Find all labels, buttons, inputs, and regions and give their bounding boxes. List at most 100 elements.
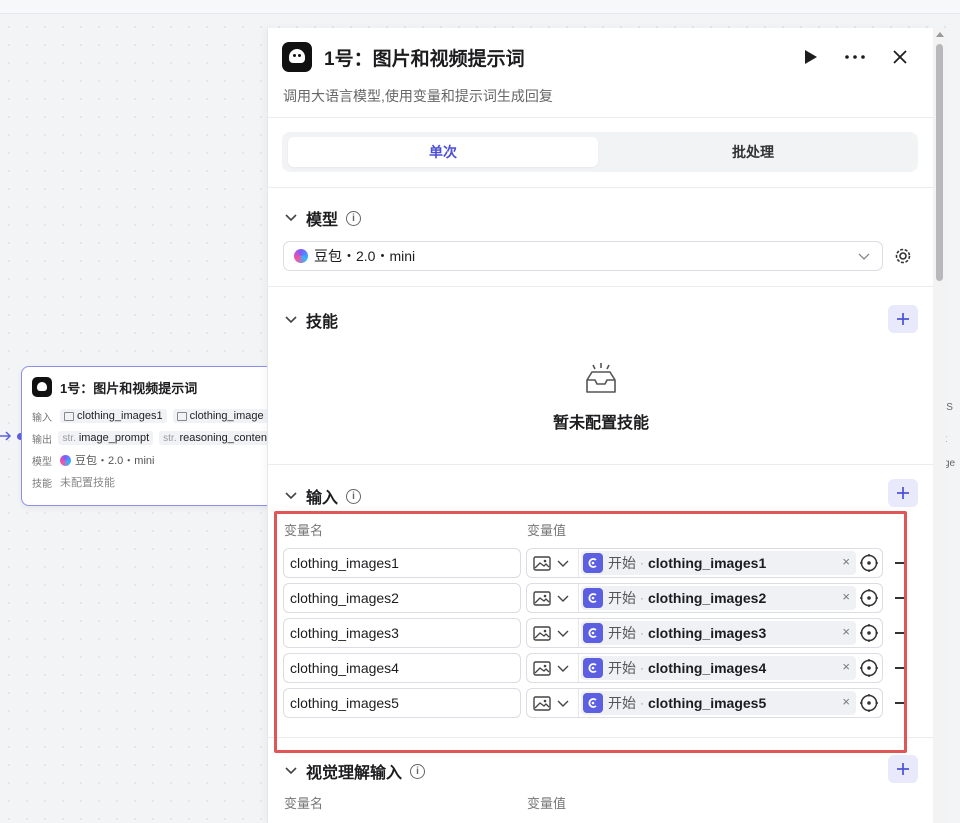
type-select[interactable] [527, 654, 579, 682]
ref-variable: clothing_images2 [648, 590, 767, 606]
add-skill-button[interactable] [888, 305, 918, 333]
remove-row-button[interactable] [895, 597, 907, 599]
play-icon [805, 50, 817, 64]
vision-section-label: 视觉理解输入 [306, 765, 403, 782]
ref-separator: · [640, 591, 644, 605]
var-name-input[interactable]: clothing_images1 [283, 548, 521, 578]
model-select[interactable]: 豆包・2.0・mini [283, 241, 883, 271]
input-section-label: 输入 [306, 490, 339, 507]
node-input-row: 输入 clothing_images1 clothing_image [22, 405, 280, 427]
clear-reference-icon[interactable]: × [842, 589, 850, 604]
image-icon [533, 660, 551, 676]
var-value-field: 开始 · clothing_images1 × [526, 548, 883, 578]
start-node-badge [583, 588, 603, 608]
model-section-label: 模型 [306, 212, 339, 229]
doubao-logo-icon [60, 454, 71, 466]
chevron-down-icon [557, 665, 569, 672]
tab-batch[interactable]: 批处理 [598, 137, 908, 167]
image-icon [64, 411, 74, 421]
type-select[interactable] [527, 619, 579, 647]
var-name-input[interactable]: clothing_images5 [283, 688, 521, 718]
tab-single[interactable]: 单次 [288, 137, 598, 167]
clear-reference-icon[interactable]: × [842, 554, 850, 569]
type-select[interactable] [527, 689, 579, 717]
run-button[interactable] [798, 44, 824, 70]
ref-source: 开始 [608, 695, 636, 711]
reference-icon [588, 593, 597, 603]
divider [268, 187, 933, 188]
node-skill-key: 技能 [32, 478, 52, 490]
doubao-logo-icon [294, 249, 308, 263]
remove-row-button[interactable] [895, 667, 907, 669]
chevron-down-icon [557, 560, 569, 567]
panel-title[interactable]: 1号：图片和视频提示词 [324, 44, 525, 71]
chevron-down-icon [285, 767, 297, 775]
node-output-key: 输出 [32, 434, 52, 446]
node-config-panel: 1号：图片和视频提示词 调用大语言模型,使用变量和提示词生成回复 单次 批处理 … [267, 28, 933, 823]
reference-chip[interactable]: 开始 · clothing_images4 × [581, 656, 856, 680]
panel-scrollbar[interactable] [933, 28, 946, 823]
reference-chip[interactable]: 开始 · clothing_images5 × [581, 691, 856, 715]
var-name-input[interactable]: clothing_images4 [283, 653, 521, 683]
clear-reference-icon[interactable]: × [842, 659, 850, 674]
node-output-row: 输出 str. image_prompt str. reasoning_conten… [22, 427, 280, 449]
scroll-thumb[interactable] [936, 44, 943, 281]
llm-node-card[interactable]: 1号：图片和视频提示词 输入 clothing_images1 clothing… [21, 366, 281, 506]
chevron-down-icon [285, 492, 297, 500]
input-section-header[interactable]: 输入 i [284, 484, 362, 508]
mode-tabs: 单次 批处理 [282, 132, 918, 172]
remove-row-button[interactable] [895, 562, 907, 564]
start-node-badge [583, 553, 603, 573]
variable-picker-icon[interactable] [859, 588, 879, 608]
divider [268, 464, 933, 465]
reference-icon [588, 663, 597, 673]
model-select-value: 豆包・2.0・mini [314, 248, 416, 264]
add-input-button[interactable] [888, 479, 918, 507]
more-icon [845, 55, 865, 59]
variable-picker-icon[interactable] [859, 623, 879, 643]
node-input-chip: clothing_image [172, 409, 268, 423]
type-select[interactable] [527, 549, 579, 577]
reference-chip[interactable]: 开始 · clothing_images3 × [581, 621, 856, 645]
ref-variable: clothing_images1 [648, 555, 767, 571]
ref-variable: clothing_images4 [648, 660, 767, 676]
reference-icon [588, 628, 597, 638]
node-skill-row: 技能 未配置技能 [22, 471, 280, 493]
type-select[interactable] [527, 584, 579, 612]
col-var-value: 变量值 [527, 523, 567, 538]
variable-picker-icon[interactable] [859, 553, 879, 573]
clear-reference-icon[interactable]: × [842, 694, 850, 709]
chevron-down-icon [557, 595, 569, 602]
remove-row-button[interactable] [895, 702, 907, 704]
close-icon [893, 50, 907, 64]
var-name-input[interactable]: clothing_images3 [283, 618, 521, 648]
node-title: 1号：图片和视频提示词 [60, 380, 198, 396]
reference-chip[interactable]: 开始 · clothing_images1 × [581, 551, 856, 575]
info-icon[interactable]: i [346, 210, 362, 226]
image-icon [533, 555, 551, 571]
add-vision-input-button[interactable] [888, 755, 918, 783]
scroll-up-icon[interactable] [936, 32, 944, 37]
ref-variable: clothing_images5 [648, 695, 767, 711]
reference-chip[interactable]: 开始 · clothing_images2 × [581, 586, 856, 610]
close-button[interactable] [887, 44, 913, 70]
info-icon[interactable]: i [346, 488, 362, 504]
variable-picker-icon[interactable] [859, 658, 879, 678]
ref-separator: · [640, 556, 644, 570]
model-section-header[interactable]: 模型 i [284, 206, 362, 230]
vision-section-header[interactable]: 视觉理解输入 i [284, 759, 426, 783]
more-button[interactable] [842, 44, 868, 70]
col-var-name: 变量名 [284, 523, 324, 538]
divider [268, 737, 933, 738]
image-icon [176, 411, 187, 421]
remove-row-button[interactable] [895, 632, 907, 634]
skill-section-header[interactable]: 技能 [284, 308, 338, 332]
clear-reference-icon[interactable]: × [842, 624, 850, 639]
info-icon[interactable]: i [410, 763, 426, 779]
ref-source: 开始 [608, 590, 636, 606]
var-value-field: 开始 · clothing_images2 × [526, 583, 883, 613]
variable-picker-icon[interactable] [859, 693, 879, 713]
gear-icon[interactable] [892, 245, 914, 267]
image-icon [533, 695, 551, 711]
var-name-input[interactable]: clothing_images2 [283, 583, 521, 613]
